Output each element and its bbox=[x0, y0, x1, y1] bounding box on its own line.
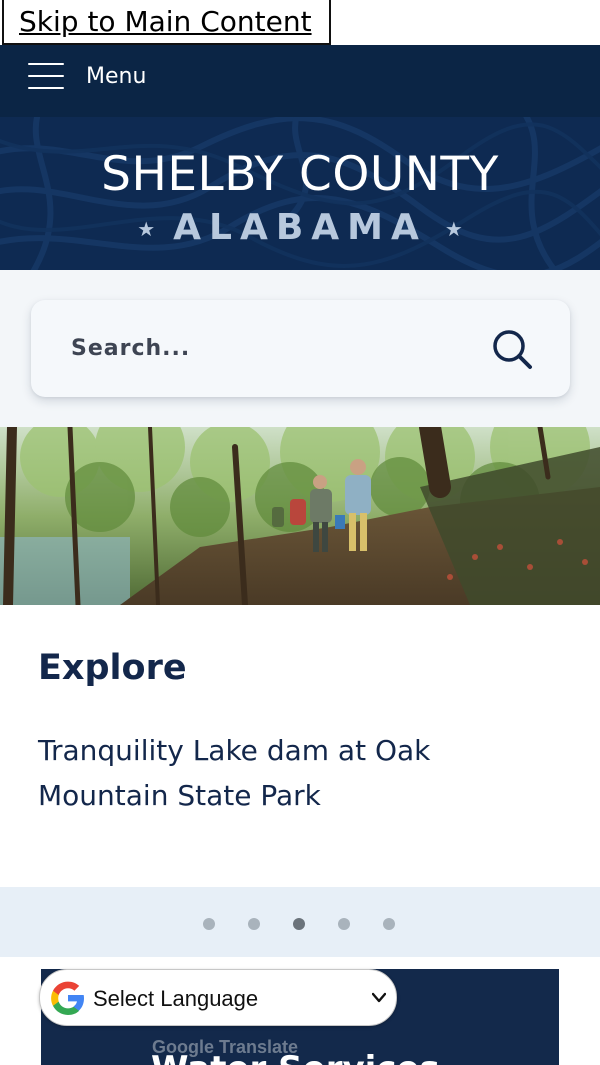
menu-label: Menu bbox=[86, 63, 147, 89]
language-select[interactable]: Select Language bbox=[39, 969, 397, 1026]
slider-dot[interactable] bbox=[203, 918, 215, 930]
logo-title: SHELBY COUNTY bbox=[101, 147, 499, 202]
language-select-label: Select Language bbox=[93, 986, 259, 1011]
logo-subtitle: ★ ALABAMA ★ bbox=[0, 207, 600, 248]
site-logo-banner[interactable]: SHELBY COUNTY ★ ALABAMA ★ bbox=[0, 117, 600, 270]
menu-button[interactable]: Menu bbox=[28, 63, 146, 89]
search-section bbox=[0, 270, 600, 427]
chevron-down-icon bbox=[372, 992, 386, 1003]
search-icon[interactable] bbox=[491, 328, 533, 370]
star-icon: ★ bbox=[137, 217, 156, 241]
hamburger-icon bbox=[28, 63, 64, 89]
slider-pagination bbox=[0, 887, 600, 957]
translate-text: Translate bbox=[219, 1037, 299, 1057]
search-input[interactable] bbox=[71, 328, 451, 368]
top-navigation-bar: Menu bbox=[0, 45, 600, 117]
slider-dot[interactable] bbox=[248, 918, 260, 930]
slider-dot[interactable] bbox=[383, 918, 395, 930]
slider-dot[interactable] bbox=[293, 918, 305, 930]
skip-to-main-link[interactable]: Skip to Main Content bbox=[2, 0, 331, 45]
slide-image bbox=[0, 427, 600, 605]
forest-trail-hikers-image bbox=[0, 427, 600, 605]
google-icon bbox=[51, 981, 84, 1015]
slide-heading: Explore bbox=[38, 648, 187, 688]
search-box bbox=[31, 300, 570, 397]
slider-dot[interactable] bbox=[338, 918, 350, 930]
powered-by-google-translate: Google Translate bbox=[152, 1037, 298, 1058]
slide-caption[interactable]: Tranquility Lake dam at Oak Mountain Sta… bbox=[38, 728, 558, 818]
slide-content: Explore Tranquility Lake dam at Oak Moun… bbox=[0, 605, 600, 887]
star-icon: ★ bbox=[444, 217, 463, 241]
google-brand: Google bbox=[152, 1037, 214, 1057]
logo-subtitle-text: ALABAMA bbox=[173, 207, 427, 248]
